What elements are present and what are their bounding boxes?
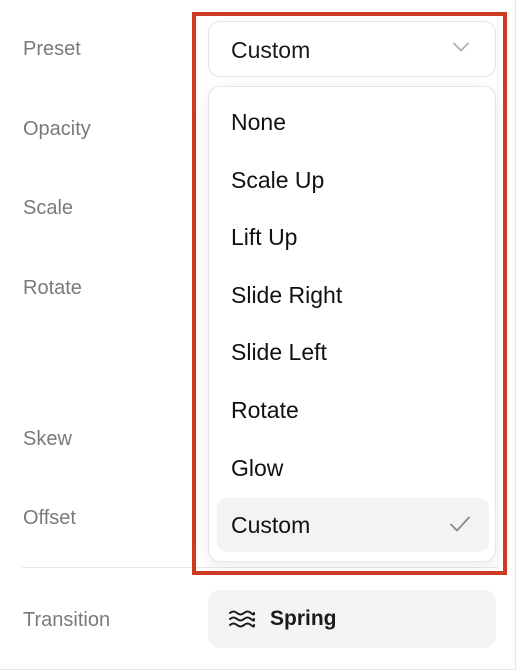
option-label: Scale Up xyxy=(231,167,325,193)
option-label: Glow xyxy=(231,455,284,481)
preset-select-value: Custom xyxy=(231,37,311,63)
option-label: None xyxy=(231,109,286,135)
preset-dropdown-menu: None Scale Up Lift Up Slide Right Slide … xyxy=(208,86,496,562)
opacity-label: Opacity xyxy=(23,118,91,140)
option-label: Rotate xyxy=(231,397,299,423)
section-divider xyxy=(22,567,498,568)
skew-label: Skew xyxy=(23,428,72,450)
transition-spring-button[interactable]: Spring xyxy=(208,590,496,648)
option-label: Custom xyxy=(231,512,311,538)
transition-label: Transition xyxy=(23,609,111,631)
offset-label: Offset xyxy=(23,507,76,529)
properties-panel: Preset Opacity Scale Rotate Skew Offset … xyxy=(0,0,516,670)
preset-option-lift-up[interactable]: Lift Up xyxy=(217,210,489,264)
check-icon xyxy=(450,516,470,532)
preset-option-glow[interactable]: Glow xyxy=(217,441,489,495)
transition-button-label: Spring xyxy=(270,607,337,630)
preset-option-slide-right[interactable]: Slide Right xyxy=(217,268,489,322)
spring-icon xyxy=(229,610,256,628)
option-label: Lift Up xyxy=(231,224,298,250)
preset-option-scale-up[interactable]: Scale Up xyxy=(217,153,489,207)
option-label: Slide Left xyxy=(231,339,327,365)
preset-select[interactable]: Custom xyxy=(208,21,496,77)
chevron-down-icon xyxy=(453,42,469,52)
rotate-label: Rotate xyxy=(23,277,82,299)
preset-option-custom[interactable]: Custom xyxy=(217,498,489,552)
preset-option-none[interactable]: None xyxy=(217,95,489,149)
scale-label: Scale xyxy=(23,197,74,219)
preset-option-slide-left[interactable]: Slide Left xyxy=(217,325,489,379)
preset-label: Preset xyxy=(23,38,81,60)
preset-option-rotate[interactable]: Rotate xyxy=(217,383,489,437)
option-label: Slide Right xyxy=(231,282,343,308)
